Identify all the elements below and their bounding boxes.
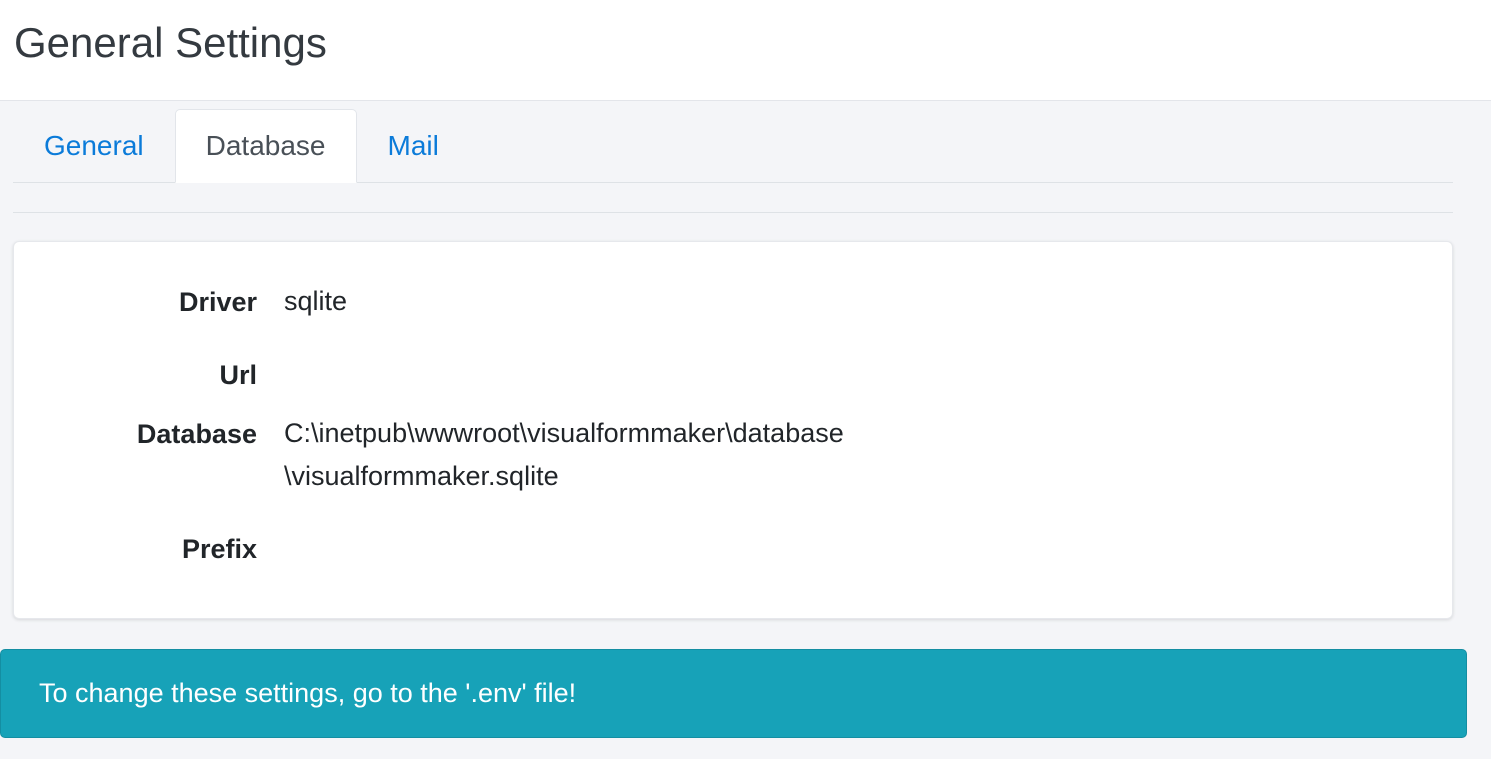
- page-title: General Settings: [14, 19, 327, 66]
- field-value-database-line1: C:\inetpub\wwwroot\visualformmaker\datab…: [284, 418, 844, 448]
- tab-general[interactable]: General: [13, 109, 175, 182]
- field-value-database-line2: \visualformmaker.sqlite: [284, 461, 559, 491]
- info-alert: To change these settings, go to the '.en…: [0, 649, 1467, 738]
- field-label-prefix: Prefix: [181, 534, 257, 564]
- tab-database[interactable]: Database: [174, 109, 357, 183]
- tab-mail[interactable]: Mail: [357, 109, 470, 182]
- field-value-driver: sqlite: [284, 286, 348, 316]
- field-label-database: Database: [136, 419, 257, 449]
- alert-message: To change these settings, go to the '.en…: [39, 678, 577, 708]
- settings-tabs: General Database Mail: [13, 109, 1453, 183]
- field-label-driver: Driver: [178, 287, 257, 317]
- divider: [13, 212, 1453, 213]
- database-settings-card: Driver sqlite Url Database C:\inetpub\ww…: [13, 241, 1453, 619]
- page-header: General Settings: [0, 0, 1491, 101]
- field-label-url: Url: [219, 360, 257, 390]
